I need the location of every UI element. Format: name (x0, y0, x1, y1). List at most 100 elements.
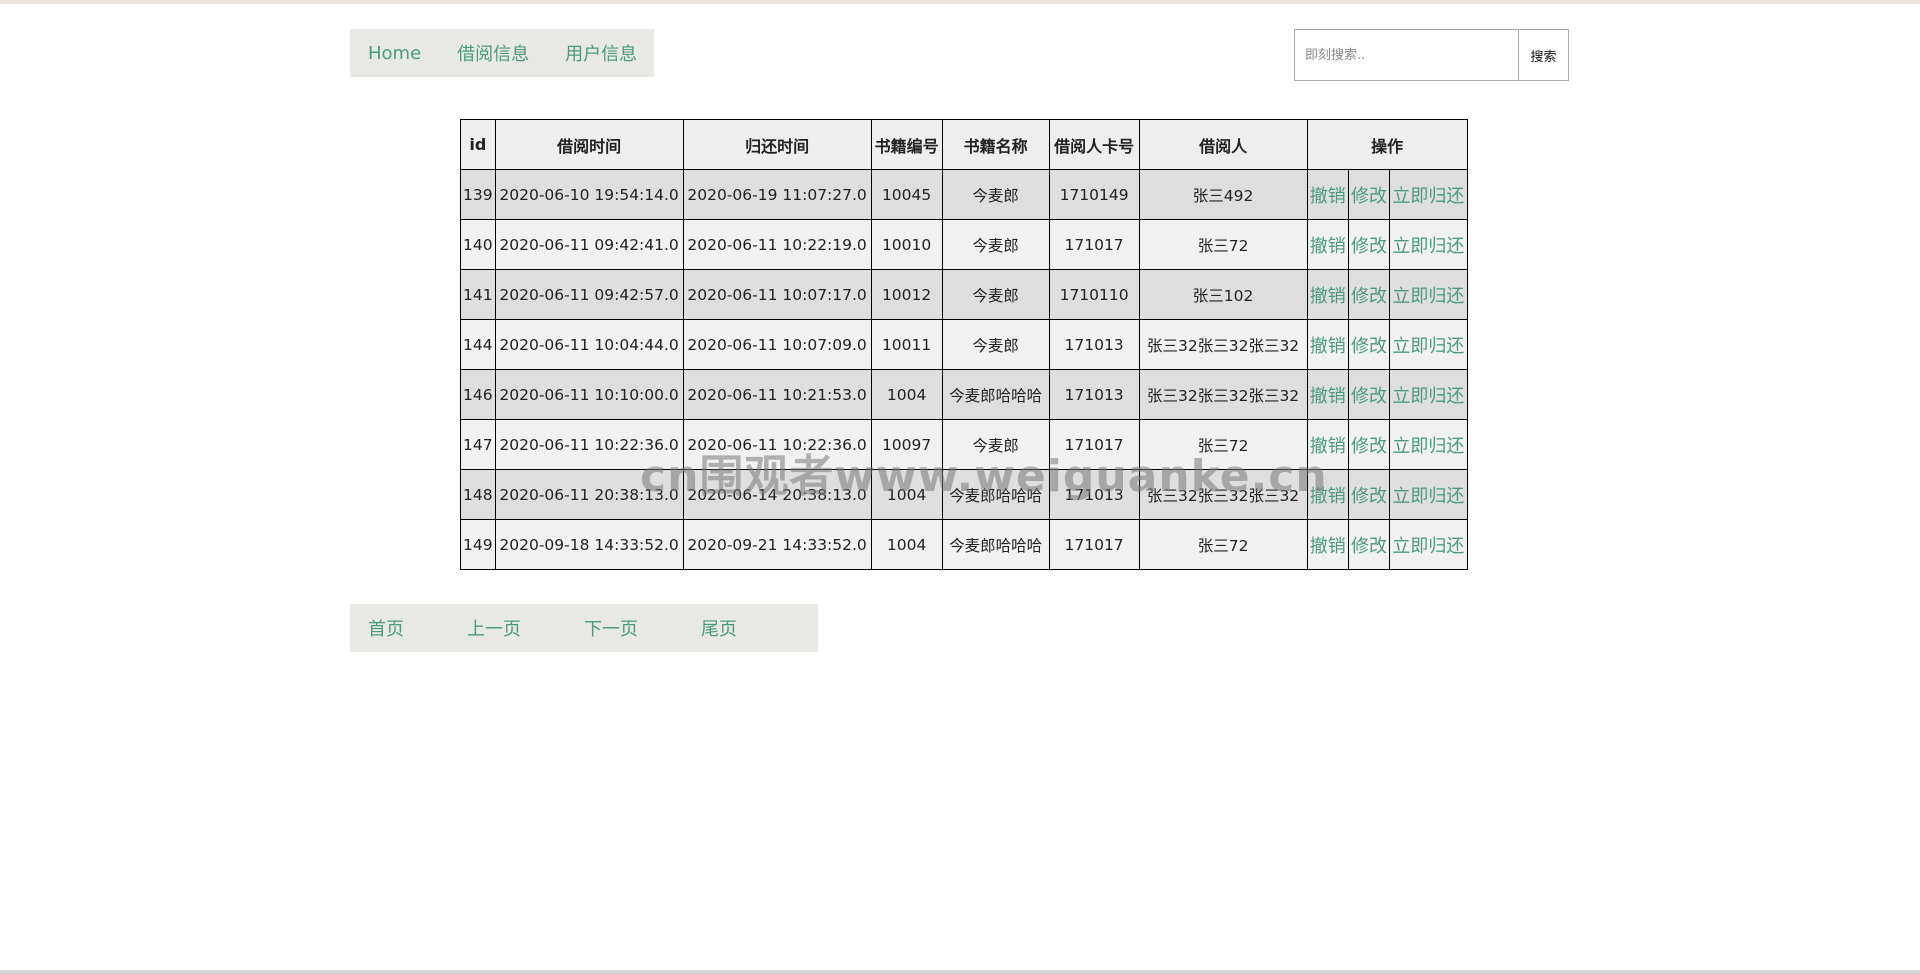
edit-link[interactable]: 修改 (1351, 236, 1387, 257)
edit-link[interactable]: 修改 (1351, 536, 1387, 557)
cell-book-name: 今麦郎 (941, 269, 1050, 320)
cell-book-name: 今麦郎 (941, 319, 1050, 370)
cell-id: 140 (460, 219, 496, 270)
cell-book-number: 10011 (870, 319, 943, 370)
action-cell: 立即归还 (1389, 469, 1468, 520)
nav-borrow-info-link[interactable]: 借阅信息 (457, 40, 529, 66)
action-cell: 修改 (1347, 319, 1391, 370)
edit-link[interactable]: 修改 (1351, 486, 1387, 507)
nav-home-link[interactable]: Home (368, 43, 421, 64)
top-nav: Home 借阅信息 用户信息 (350, 29, 654, 77)
cell-book-number: 10097 (870, 419, 943, 470)
revoke-link[interactable]: 撤销 (1310, 286, 1346, 307)
cell-return-time: 2020-06-11 10:22:36.0 (682, 419, 872, 470)
action-cell: 撤销 (1306, 369, 1349, 420)
cell-book-name: 今麦郎 (941, 219, 1050, 270)
cell-borrower: 张三32张三32张三32 (1138, 369, 1308, 420)
table-row: 146 2020-06-11 10:10:00.0 2020-06-11 10:21… (460, 369, 1468, 420)
prev-page-link[interactable]: 上一页 (467, 615, 521, 641)
action-cell: 修改 (1347, 169, 1391, 220)
search-input[interactable] (1295, 30, 1518, 80)
cell-card-number: 171017 (1048, 519, 1140, 570)
cell-book-number: 1004 (870, 469, 943, 520)
action-cell: 修改 (1347, 469, 1391, 520)
cell-book-name: 今麦郎哈哈哈 (941, 519, 1050, 570)
return-now-link[interactable]: 立即归还 (1392, 186, 1464, 207)
cell-id: 146 (460, 369, 496, 420)
cell-borrower: 张三32张三32张三32 (1138, 319, 1308, 370)
revoke-link[interactable]: 撤销 (1310, 336, 1346, 357)
header-id: id (460, 119, 496, 170)
cell-book-number: 1004 (870, 519, 943, 570)
edit-link[interactable]: 修改 (1351, 286, 1387, 307)
cell-borrow-time: 2020-06-11 10:04:44.0 (494, 319, 684, 370)
cell-book-name: 今麦郎哈哈哈 (941, 369, 1050, 420)
cell-borrower: 张三72 (1138, 419, 1308, 470)
revoke-link[interactable]: 撤销 (1310, 486, 1346, 507)
cell-id: 141 (460, 269, 496, 320)
header-book-name: 书籍名称 (941, 119, 1050, 170)
edit-link[interactable]: 修改 (1351, 386, 1387, 407)
action-cell: 修改 (1347, 219, 1391, 270)
table-row: 149 2020-09-18 14:33:52.0 2020-09-21 14:33… (460, 519, 1468, 570)
cell-id: 148 (460, 469, 496, 520)
cell-borrow-time: 2020-06-11 20:38:13.0 (494, 469, 684, 520)
cell-id: 144 (460, 319, 496, 370)
cell-card-number: 1710149 (1048, 169, 1140, 220)
cell-borrower: 张三102 (1138, 269, 1308, 320)
table-body: 139 2020-06-10 19:54:14.0 2020-06-19 11:07… (460, 169, 1468, 570)
cell-card-number: 171017 (1048, 419, 1140, 470)
header-return-time: 归还时间 (682, 119, 872, 170)
return-now-link[interactable]: 立即归还 (1392, 536, 1464, 557)
action-cell: 修改 (1347, 419, 1391, 470)
return-now-link[interactable]: 立即归还 (1392, 336, 1464, 357)
cell-return-time: 2020-06-11 10:07:17.0 (682, 269, 872, 320)
edit-link[interactable]: 修改 (1351, 336, 1387, 357)
edit-link[interactable]: 修改 (1351, 186, 1387, 207)
cell-borrower: 张三492 (1138, 169, 1308, 220)
cell-card-number: 171013 (1048, 369, 1140, 420)
return-now-link[interactable]: 立即归还 (1392, 386, 1464, 407)
revoke-link[interactable]: 撤销 (1310, 536, 1346, 557)
action-cell: 撤销 (1306, 169, 1349, 220)
cell-book-number: 10012 (870, 269, 943, 320)
cell-id: 139 (460, 169, 496, 220)
last-page-link[interactable]: 尾页 (701, 615, 737, 641)
action-cell: 撤销 (1306, 319, 1349, 370)
revoke-link[interactable]: 撤销 (1310, 436, 1346, 457)
edit-link[interactable]: 修改 (1351, 436, 1387, 457)
cell-return-time: 2020-06-11 10:22:19.0 (682, 219, 872, 270)
return-now-link[interactable]: 立即归还 (1392, 286, 1464, 307)
action-cell: 撤销 (1306, 469, 1349, 520)
action-cell: 撤销 (1306, 219, 1349, 270)
table-row: 141 2020-06-11 09:42:57.0 2020-06-11 10:07… (460, 269, 1468, 320)
action-cell: 修改 (1347, 269, 1391, 320)
cell-borrow-time: 2020-06-11 10:10:00.0 (494, 369, 684, 420)
cell-card-number: 1710110 (1048, 269, 1140, 320)
pagination: 首页 上一页 下一页 尾页 (350, 604, 818, 652)
cell-id: 149 (460, 519, 496, 570)
first-page-link[interactable]: 首页 (368, 615, 404, 641)
table-row: 147 2020-06-11 10:22:36.0 2020-06-11 10:22… (460, 419, 1468, 470)
search-button[interactable]: 搜索 (1518, 30, 1568, 80)
cell-return-time: 2020-06-14 20:38:13.0 (682, 469, 872, 520)
header-book-number: 书籍编号 (870, 119, 943, 170)
action-cell: 立即归还 (1389, 219, 1468, 270)
return-now-link[interactable]: 立即归还 (1392, 236, 1464, 257)
cell-return-time: 2020-06-11 10:07:09.0 (682, 319, 872, 370)
next-page-link[interactable]: 下一页 (584, 615, 638, 641)
search-form: 搜索 (1294, 29, 1569, 81)
return-now-link[interactable]: 立即归还 (1392, 436, 1464, 457)
header-borrow-time: 借阅时间 (494, 119, 684, 170)
cell-borrow-time: 2020-06-11 09:42:57.0 (494, 269, 684, 320)
return-now-link[interactable]: 立即归还 (1392, 486, 1464, 507)
revoke-link[interactable]: 撤销 (1310, 186, 1346, 207)
action-cell: 立即归还 (1389, 369, 1468, 420)
revoke-link[interactable]: 撤销 (1310, 386, 1346, 407)
revoke-link[interactable]: 撤销 (1310, 236, 1346, 257)
cell-book-number: 10010 (870, 219, 943, 270)
top-border (0, 0, 1920, 4)
nav-user-info-link[interactable]: 用户信息 (565, 40, 637, 66)
table-row: 144 2020-06-11 10:04:44.0 2020-06-11 10:07… (460, 319, 1468, 370)
cell-book-number: 1004 (870, 369, 943, 420)
